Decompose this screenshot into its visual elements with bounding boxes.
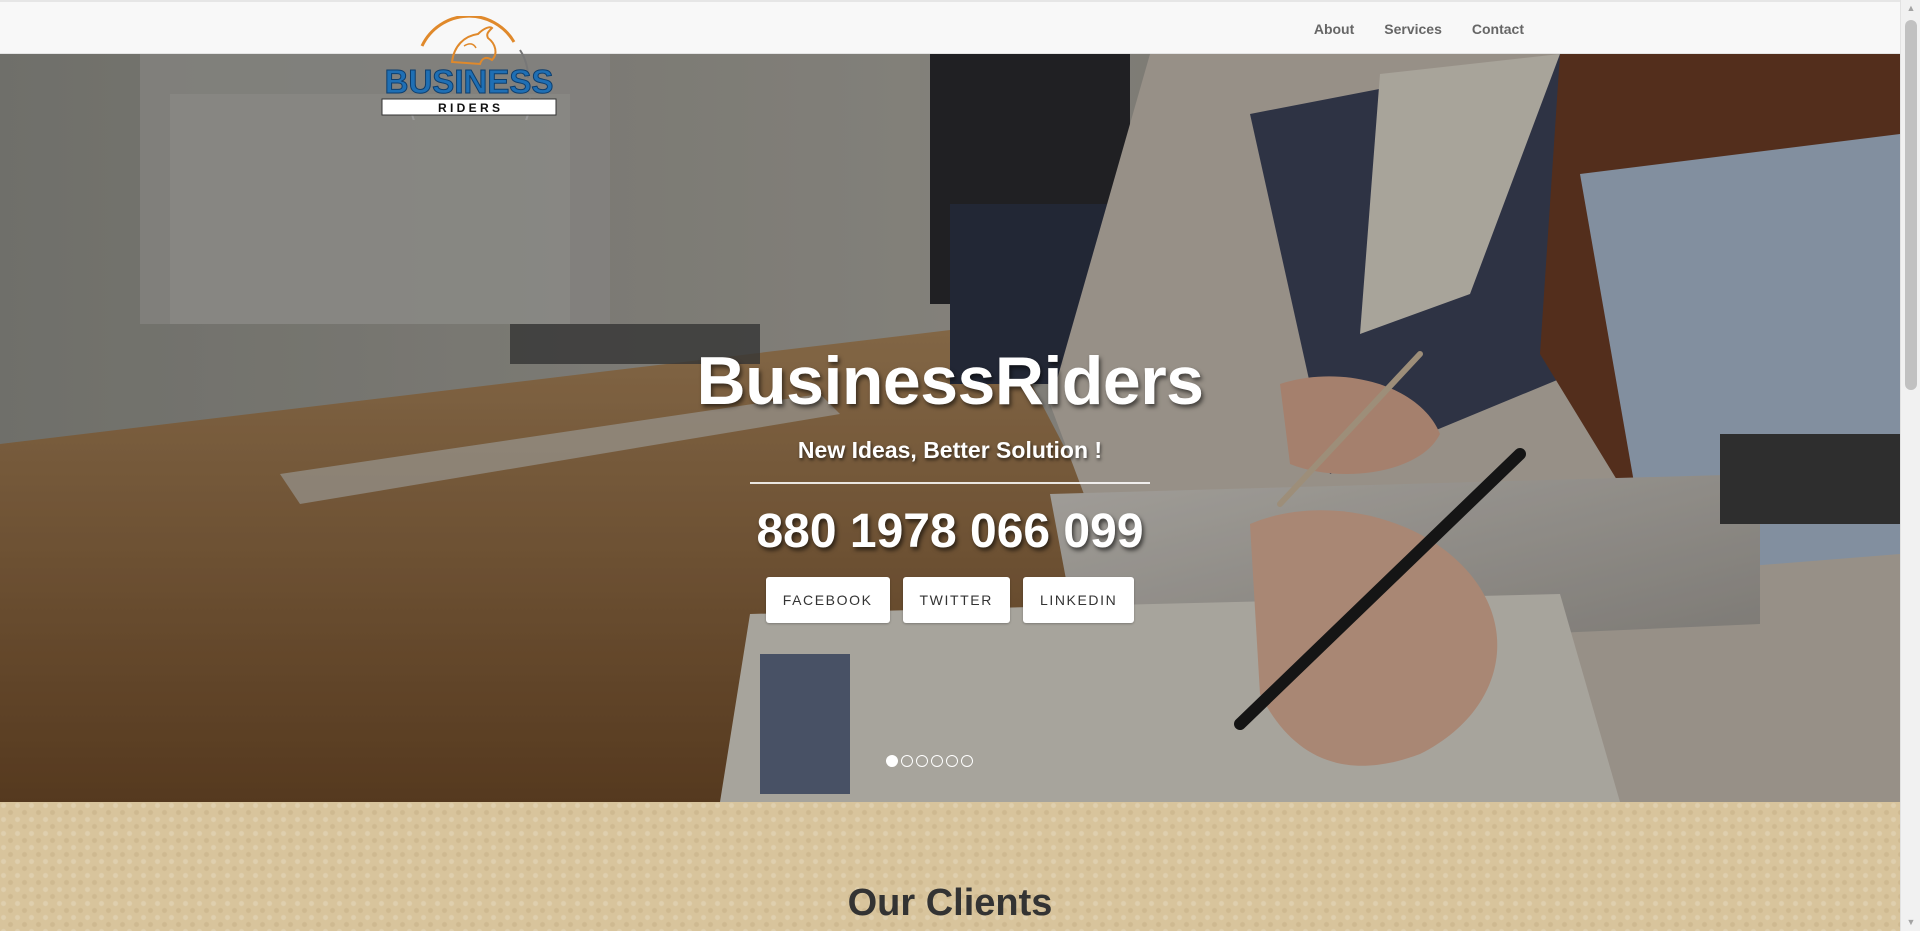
hero-slider: BusinessRiders New Ideas, Better Solutio… (0, 54, 1900, 802)
slider-dot-6[interactable] (960, 755, 973, 767)
hero-phone-number: 880 1978 066 099 (756, 504, 1144, 558)
logo-word-riders: R I D E R S (438, 101, 500, 115)
slider-dot-4[interactable] (930, 755, 943, 767)
page-scrollbar[interactable]: ▲ ▼ (1900, 0, 1920, 931)
slider-dot-1[interactable] (885, 755, 898, 767)
slider-dot-5[interactable] (945, 755, 958, 767)
top-navbar: About Services Contact (0, 0, 1900, 54)
page: About Services Contact BUSINESS R I D E … (0, 0, 1900, 931)
hero-content: BusinessRiders New Ideas, Better Solutio… (0, 344, 1900, 623)
facebook-button[interactable]: FACEBOOK (765, 576, 890, 623)
hero-tagline: New Ideas, Better Solution ! (797, 436, 1103, 463)
nav-link-contact[interactable]: Contact (1472, 21, 1524, 37)
logo-word-business: BUSINESS (385, 63, 554, 100)
slider-dot-3[interactable] (915, 755, 928, 767)
clients-heading: Our Clients (847, 882, 1053, 924)
nav-link-services[interactable]: Services (1384, 21, 1442, 37)
linkedin-button[interactable]: LINKEDIN (1022, 576, 1135, 623)
horse-head-icon (450, 26, 497, 66)
clients-section: Our Clients (0, 802, 1900, 931)
scroll-down-arrow-icon[interactable]: ▼ (1901, 914, 1920, 931)
nav-links: About Services Contact (1284, 2, 1524, 56)
brand-logo[interactable]: BUSINESS R I D E R S (380, 14, 558, 160)
hero-divider (750, 481, 1150, 484)
nav-link-about[interactable]: About (1314, 21, 1354, 37)
slider-pagination (0, 755, 1900, 767)
hero-title: BusinessRiders (696, 343, 1204, 419)
slider-dot-2[interactable] (900, 755, 913, 767)
twitter-button[interactable]: TWITTER (902, 576, 1010, 623)
social-buttons: FACEBOOK TWITTER LINKEDIN (0, 576, 1900, 623)
scrollbar-thumb[interactable] (1905, 20, 1917, 390)
scroll-up-arrow-icon[interactable]: ▲ (1901, 0, 1920, 17)
